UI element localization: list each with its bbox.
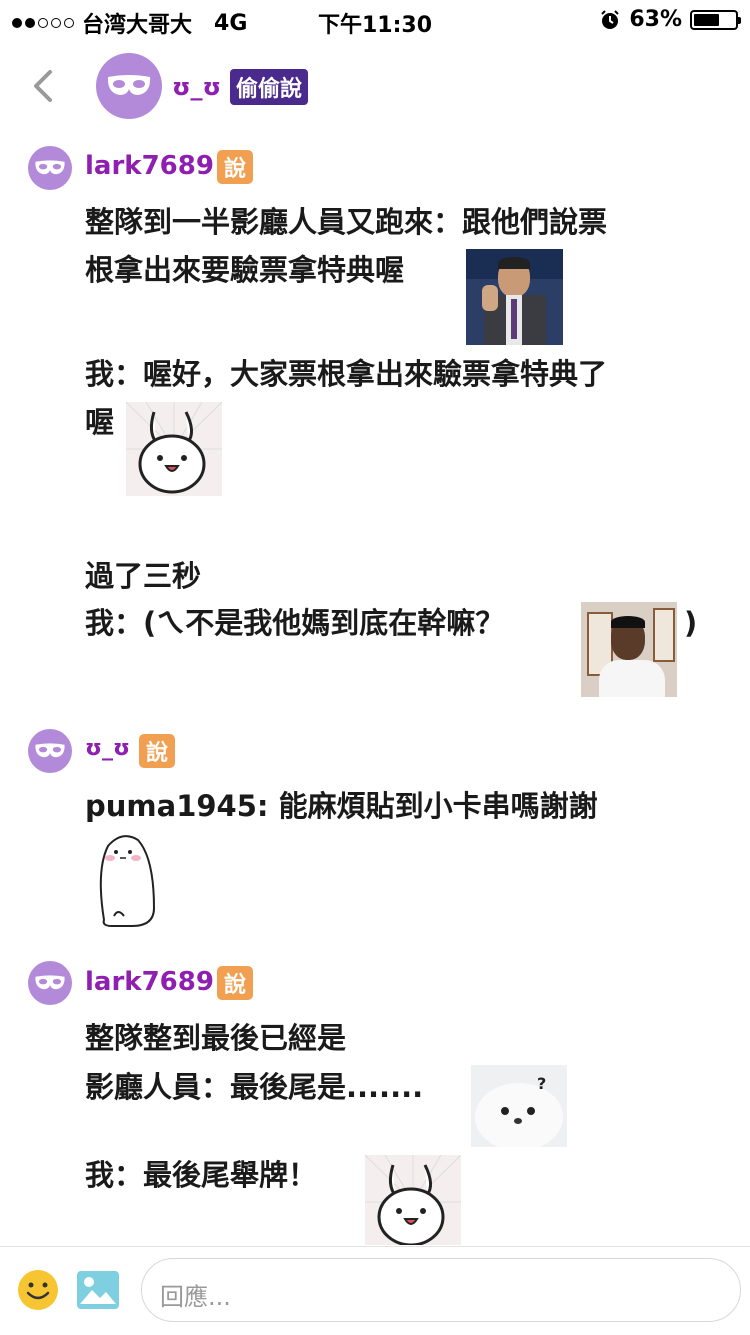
status-bar: 台湾大哥大 4G 下午11:30 63%	[0, 0, 750, 42]
message-line: 我：(ㄟ不是我他媽到底在幹嘛？	[85, 606, 505, 640]
post-username[interactable]: lark7689	[85, 151, 214, 181]
news-anchor-sticker	[466, 249, 563, 345]
message-line: 根拿出來要驗票拿特典喔	[85, 253, 405, 287]
image-icon[interactable]	[76, 1270, 120, 1310]
post-badge: 說	[217, 966, 253, 1000]
message-line: 喔	[85, 405, 115, 439]
header-badge: 偷偷說	[230, 69, 309, 105]
mask-icon	[35, 743, 65, 758]
clock: 下午11:30	[317, 13, 433, 38]
bunny-sticker	[365, 1155, 461, 1245]
seal-sticker: ?	[471, 1065, 567, 1147]
message-line: 影廳人員：最後尾是.......	[85, 1070, 424, 1104]
message-line: 我：喔好，大家票根拿出來驗票拿特典了	[85, 357, 608, 391]
man-meme-sticker	[581, 602, 677, 697]
mask-icon	[107, 75, 151, 95]
post-username[interactable]: lark7689	[85, 967, 214, 997]
header-avatar[interactable]	[96, 53, 162, 119]
bunny-sticker	[126, 402, 222, 496]
post-badge: 說	[139, 734, 175, 768]
header-username: ʊ_ʊ	[172, 73, 222, 101]
post-badge: 說	[217, 150, 253, 184]
battery-percent: 63%	[629, 7, 682, 32]
svg-text:?: ?	[537, 1074, 546, 1093]
message-line: puma1945: 能麻煩貼到小卡串嗎謝謝	[85, 789, 598, 823]
post-avatar[interactable]	[28, 961, 72, 1005]
alarm-icon	[601, 9, 620, 29]
message-line: 整隊到一半影廳人員又跑來：跟他們說票	[85, 205, 608, 239]
post-avatar[interactable]	[28, 146, 72, 190]
message-line: 過了三秒	[85, 559, 202, 593]
message-line: )	[684, 606, 698, 640]
blob-sticker	[99, 835, 156, 927]
reply-input[interactable]: 回應...	[141, 1258, 741, 1322]
message-line: 我：最後尾舉牌！	[85, 1158, 318, 1192]
message-line: 整隊整到最後已經是	[85, 1021, 347, 1055]
post-avatar[interactable]	[28, 729, 72, 773]
back-icon[interactable]	[28, 66, 58, 106]
post-username[interactable]: ʊ_ʊ	[85, 736, 130, 761]
reply-placeholder: 回應...	[160, 1283, 231, 1311]
smiley-icon[interactable]	[16, 1268, 60, 1312]
battery-icon	[690, 9, 741, 30]
mask-icon	[35, 160, 65, 175]
mask-icon	[35, 975, 65, 990]
